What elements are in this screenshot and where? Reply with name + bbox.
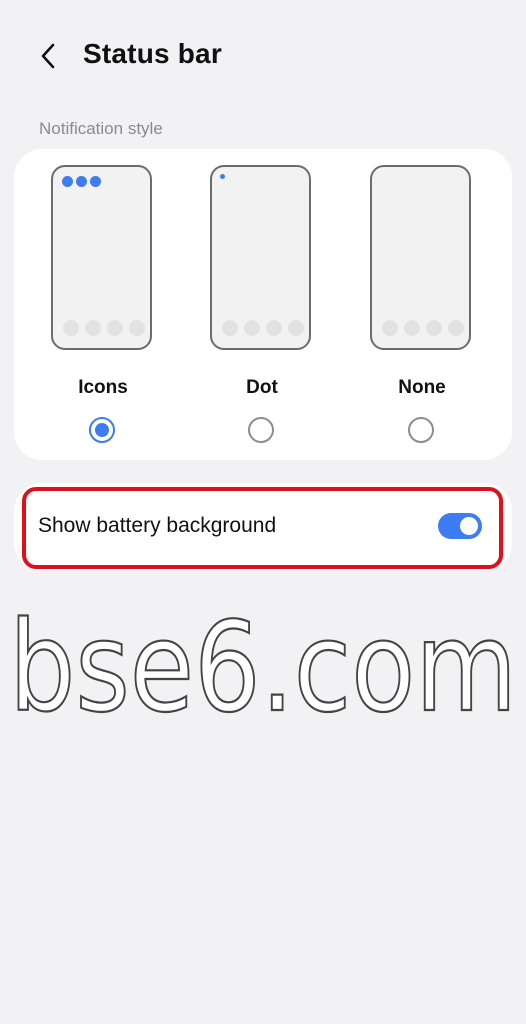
notification-dot-preview <box>220 174 225 179</box>
radio-icons[interactable] <box>89 417 115 443</box>
option-icons[interactable]: Icons <box>38 149 168 460</box>
option-none[interactable]: None <box>357 149 487 460</box>
nav-bar-preview <box>63 320 145 336</box>
toggle-knob <box>460 517 478 535</box>
option-label-icons: Icons <box>78 377 128 398</box>
watermark-text: bse6.com <box>9 598 517 728</box>
radio-none[interactable] <box>408 417 434 443</box>
nav-bar-preview <box>222 320 304 336</box>
phone-preview-icons <box>51 165 152 350</box>
phone-preview-dot <box>210 165 311 350</box>
option-label-dot: Dot <box>246 377 278 398</box>
notification-style-label: Notification style <box>39 119 163 138</box>
show-battery-background-row[interactable]: Show battery background <box>14 483 512 571</box>
option-label-none: None <box>398 377 446 398</box>
chevron-left-icon <box>41 43 55 69</box>
show-battery-background-label: Show battery background <box>38 514 277 537</box>
page-title: Status bar <box>83 38 222 69</box>
nav-bar-preview <box>382 320 464 336</box>
back-button[interactable] <box>26 34 70 78</box>
header: Status bar <box>0 0 526 112</box>
watermark: bse6.com <box>8 598 518 728</box>
notification-style-card: Icons Dot None <box>14 149 512 460</box>
show-battery-background-toggle[interactable] <box>438 513 482 539</box>
notification-icons-preview <box>62 176 101 187</box>
phone-preview-none <box>370 165 471 350</box>
radio-dot[interactable] <box>248 417 274 443</box>
option-dot[interactable]: Dot <box>197 149 327 460</box>
